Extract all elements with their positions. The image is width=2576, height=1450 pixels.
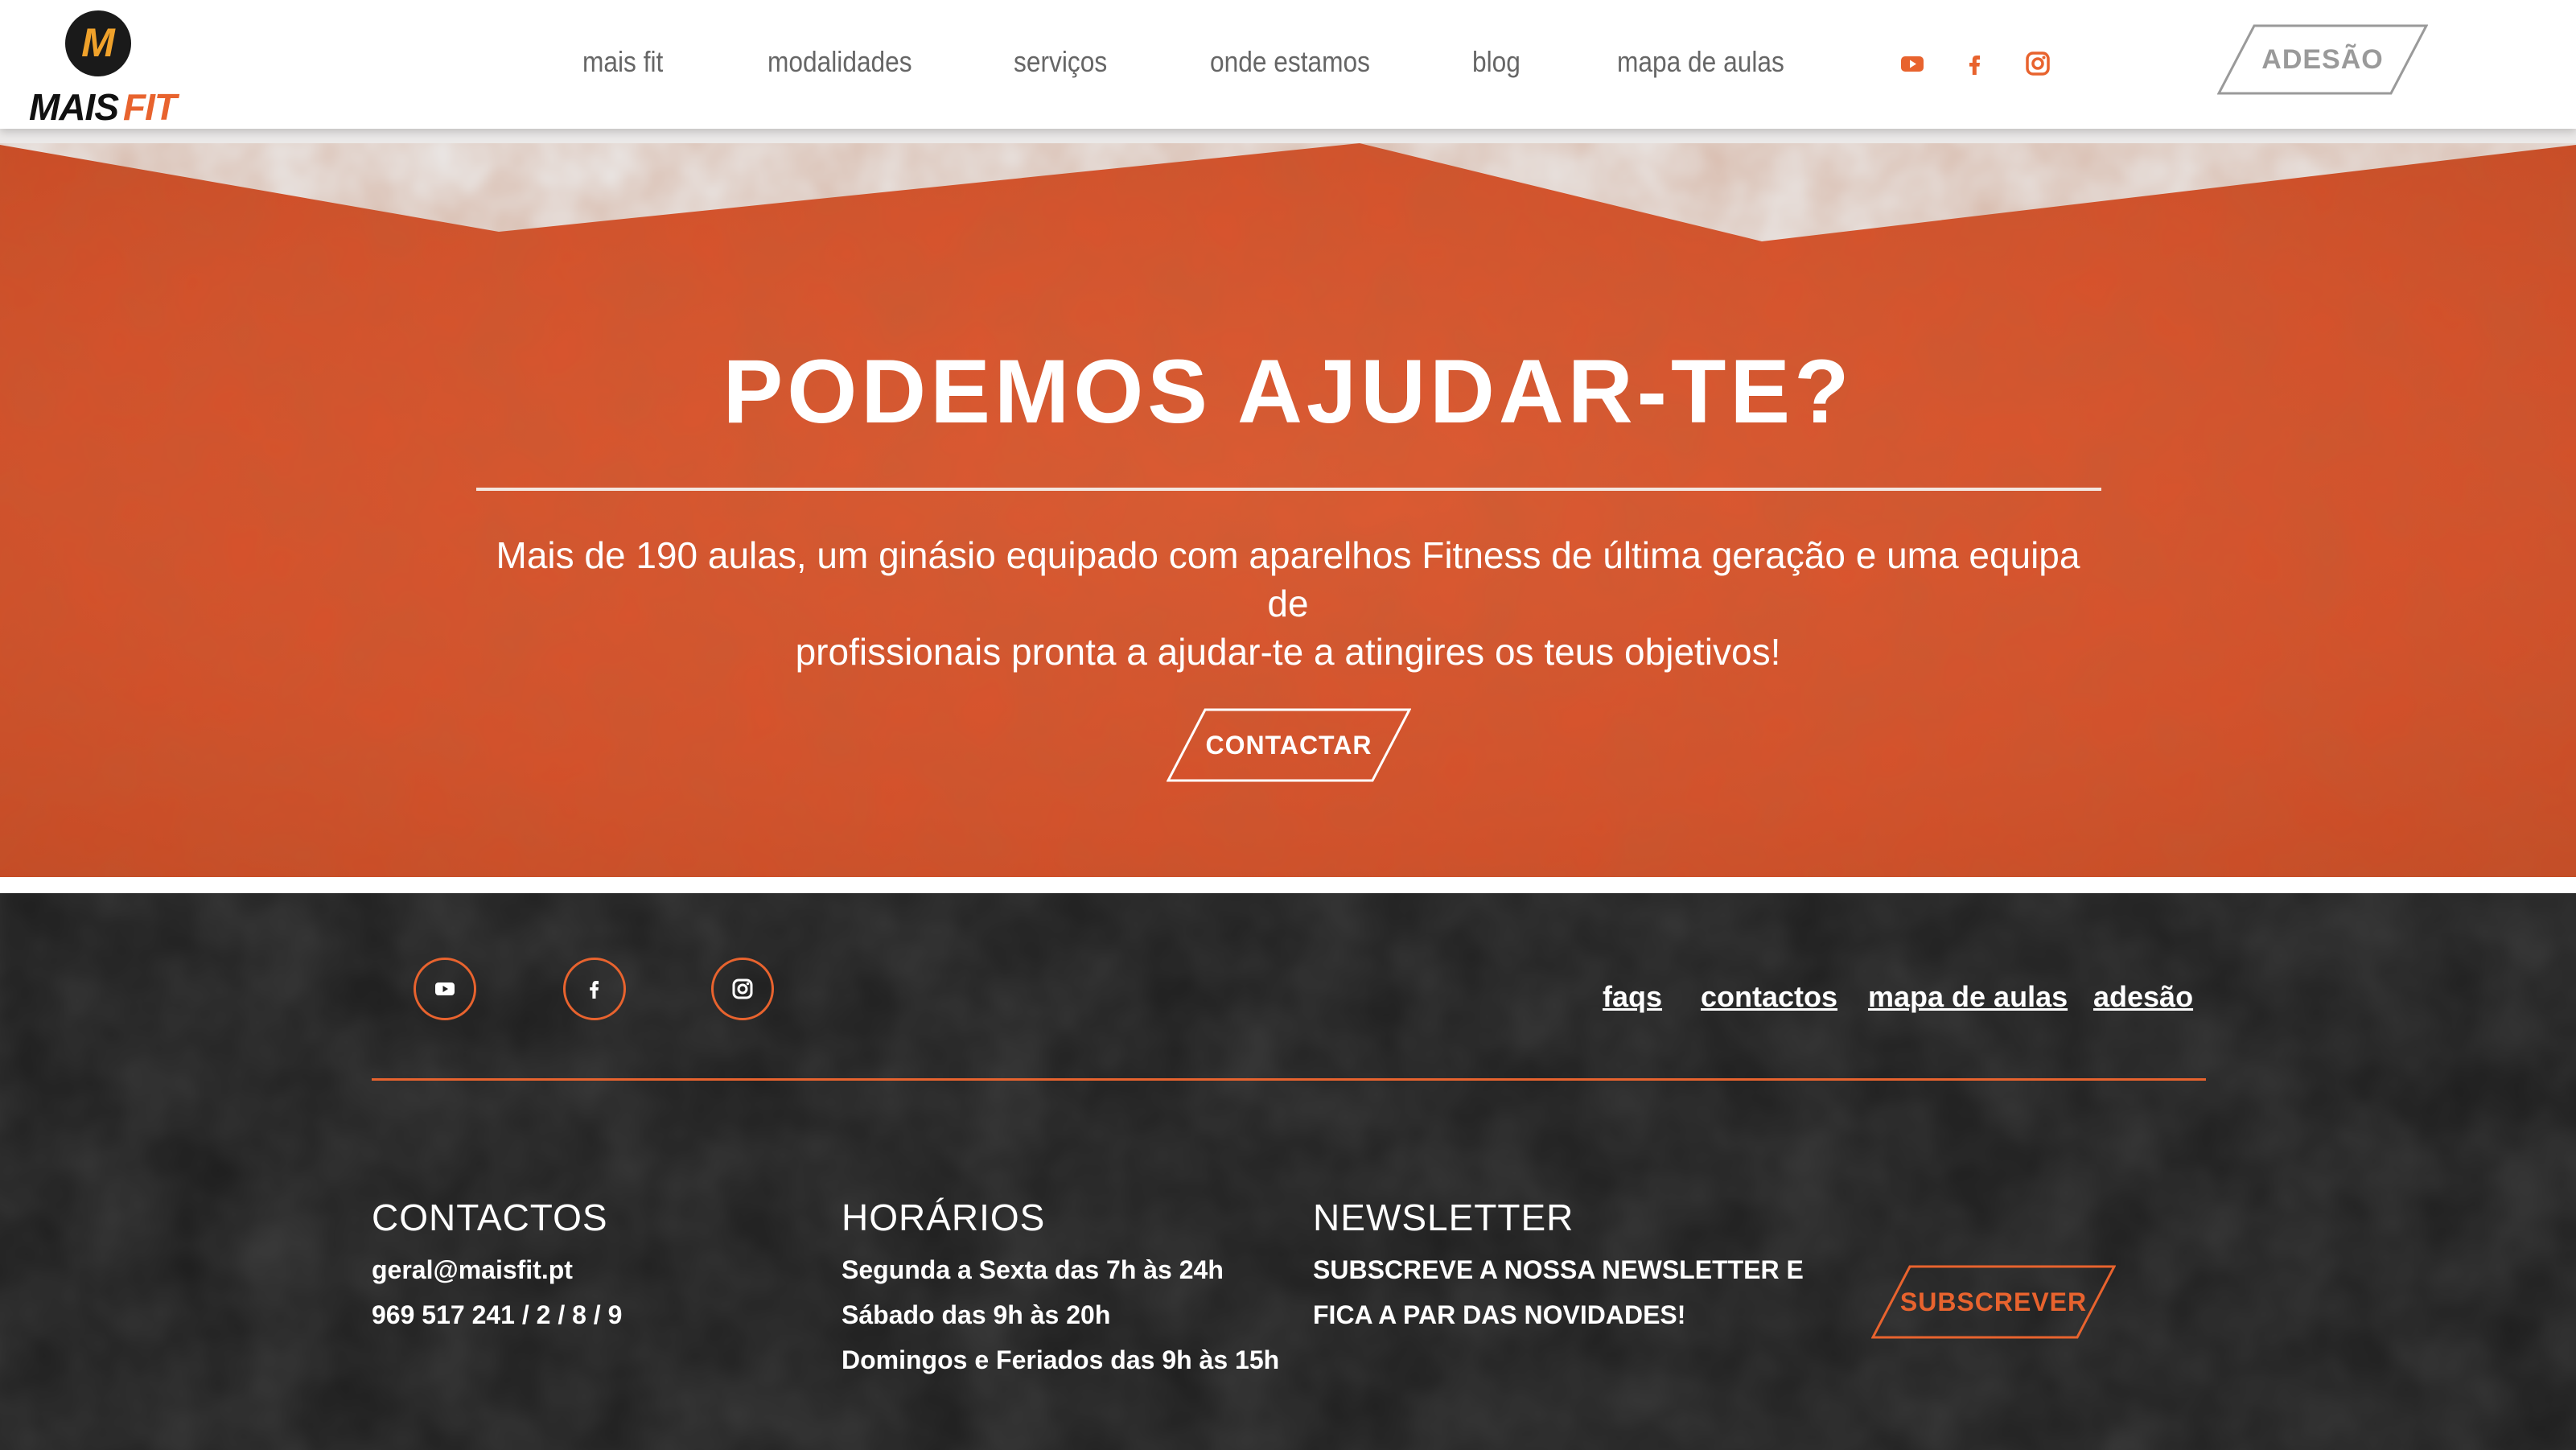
footer-link-faqs[interactable]: faqs	[1603, 980, 1662, 1014]
subscrever-button[interactable]: SUBSCREVER	[1871, 1265, 2116, 1339]
newsletter-text-line-1: SUBSCREVE A NOSSA NEWSLETTER E	[1313, 1255, 1804, 1284]
newsletter-heading: NEWSLETTER	[1313, 1197, 1574, 1238]
logo-wordmark: MAIS FIT	[29, 85, 177, 129]
footer-instagram-icon[interactable]	[711, 958, 774, 1020]
hero-description-line-2: profissionais pronta a ajudar-te a ating…	[795, 631, 1781, 673]
footer-facebook-icon[interactable]	[563, 958, 626, 1020]
contactos-heading: CONTACTOS	[372, 1197, 608, 1238]
contact-email[interactable]: geral@maisfit.pt	[372, 1247, 622, 1292]
horario-line: Segunda a Sexta das 7h às 24h	[842, 1255, 1224, 1284]
adesao-button[interactable]: ADESÃO	[2217, 24, 2428, 95]
logo-mark-icon: M	[65, 10, 131, 76]
nav-item-servicos[interactable]: serviços	[1014, 45, 1107, 79]
nav-item-blog[interactable]: blog	[1472, 45, 1520, 79]
subscrever-button-label: SUBSCREVER	[1899, 1287, 2088, 1316]
nav-item-onde-estamos[interactable]: onde estamos	[1210, 45, 1370, 79]
instagram-icon[interactable]	[2024, 50, 2051, 77]
hero-description-line-1: Mais de 190 aulas, um ginásio equipado c…	[496, 534, 2080, 624]
nav-item-modalidades[interactable]: modalidades	[767, 45, 912, 79]
footer-horarios: HORÁRIOS Segunda a Sexta das 7h às 24h S…	[842, 1196, 1279, 1382]
site-footer: faqs contactos mapa de aulas adesão CONT…	[0, 893, 2576, 1450]
hero-description: Mais de 190 aulas, um ginásio equipado c…	[483, 531, 2093, 676]
nav-item-mapa-de-aulas[interactable]: mapa de aulas	[1617, 45, 1784, 79]
footer-newsletter: NEWSLETTER SUBSCREVE A NOSSA NEWSLETTER …	[1313, 1196, 1804, 1337]
newsletter-text-line-2: FICA A PAR DAS NOVIDADES!	[1313, 1300, 1686, 1329]
footer-texture	[0, 893, 2576, 1450]
footer-youtube-icon[interactable]	[414, 958, 476, 1020]
horarios-heading: HORÁRIOS	[842, 1197, 1046, 1238]
horario-line: Sábado das 9h às 20h	[842, 1300, 1111, 1329]
contactar-button[interactable]: CONTACTAR	[1167, 708, 1411, 782]
maisfit-logo[interactable]: M MAIS FIT	[24, 6, 177, 129]
contactar-button-label: CONTACTAR	[1205, 731, 1372, 760]
footer-divider	[372, 1078, 2206, 1081]
adesao-button-label: ADESÃO	[2261, 44, 2384, 75]
hero-section: PODEMOS AJUDAR-TE? Mais de 190 aulas, um…	[0, 129, 2576, 877]
hero-divider	[476, 488, 2101, 491]
facebook-icon[interactable]	[1961, 50, 1989, 77]
logo-word-accent: FIT	[123, 86, 177, 128]
footer-link-adesao[interactable]: adesão	[2093, 980, 2193, 1014]
horario-line: Domingos e Feriados das 9h às 15h	[842, 1345, 1280, 1374]
logo-mark-letter: M	[81, 20, 116, 65]
footer-link-mapa-de-aulas[interactable]: mapa de aulas	[1868, 980, 2068, 1014]
nav-item-mais-fit[interactable]: mais fit	[582, 45, 663, 79]
footer-contactos: CONTACTOS geral@maisfit.pt 969 517 241 /…	[372, 1196, 622, 1337]
logo-word-main: MAIS	[29, 86, 119, 128]
youtube-icon[interactable]	[1899, 50, 1926, 77]
footer-link-contactos[interactable]: contactos	[1701, 980, 1837, 1014]
contact-phone[interactable]: 969 517 241 / 2 / 8 / 9	[372, 1292, 622, 1337]
site-header: M MAIS FIT mais fit modalidades serviços …	[0, 0, 2576, 129]
hero-title: PODEMOS AJUDAR-TE?	[722, 341, 1854, 442]
